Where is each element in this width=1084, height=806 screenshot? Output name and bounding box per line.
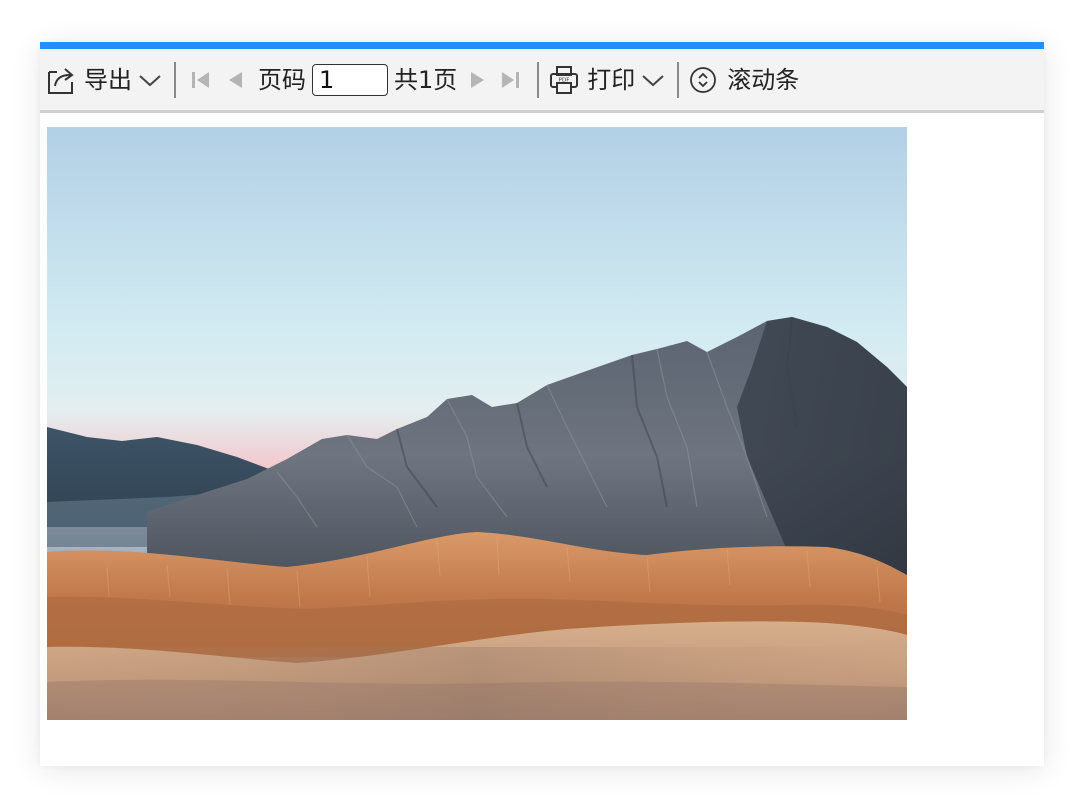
export-icon [46,64,76,96]
print-button[interactable]: PDF 打印 [549,60,665,100]
report-landscape-image [47,127,907,720]
toolbar-divider [537,61,540,98]
page-label: 页码 [258,65,306,94]
scroll-toggle-icon [689,66,717,94]
toolbar-divider [174,61,176,98]
first-page-icon [192,71,209,88]
last-page-button[interactable] [495,60,525,100]
next-page-icon [471,71,485,88]
export-label: 导出 [84,65,132,94]
chevron-down-icon[interactable] [641,72,665,88]
scrollbar-label: 滚动条 [727,65,800,94]
toolbar-divider [677,61,680,98]
scrollbar-toggle-button[interactable]: 滚动条 [689,60,799,100]
chevron-down-icon[interactable] [138,72,162,88]
pdf-printer-icon: PDF [549,64,579,96]
next-page-button[interactable] [463,60,493,100]
total-pages-label: 共1页 [394,65,458,94]
prev-page-icon [229,71,242,88]
print-label: 打印 [587,65,636,94]
page-number-input[interactable] [312,63,388,96]
accent-bar [40,42,1044,49]
first-page-button[interactable] [186,60,216,100]
export-button[interactable]: 导出 [46,60,162,100]
prev-page-button[interactable] [220,60,250,100]
last-page-icon [502,71,520,88]
report-viewer: 导出 页码 共1页 [40,42,1044,766]
svg-text:PDF: PDF [559,77,570,83]
report-toolbar: 导出 页码 共1页 [40,49,1044,113]
